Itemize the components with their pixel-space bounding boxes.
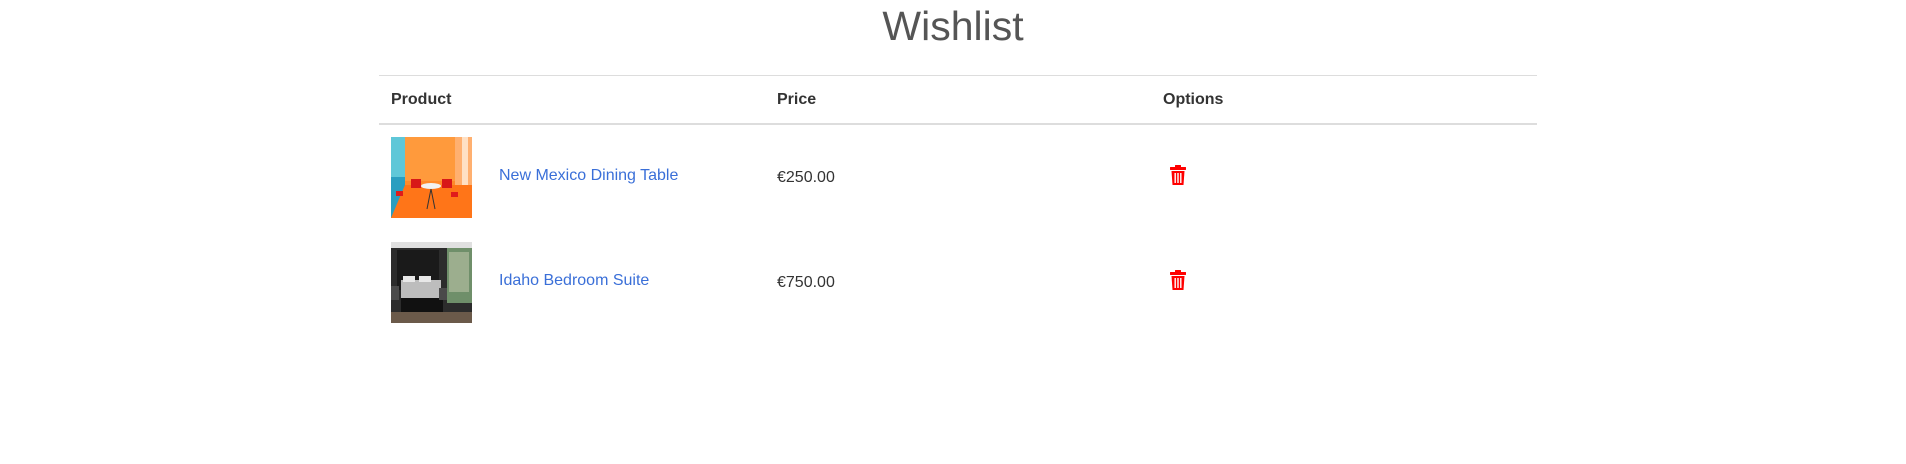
wishlist-table: Product Price Options New Mexico Dining … bbox=[379, 75, 1537, 335]
product-link[interactable]: New Mexico Dining Table bbox=[499, 167, 678, 185]
product-price: €750.00 bbox=[777, 273, 835, 291]
table-header: Product Price Options bbox=[379, 75, 1537, 124]
options-cell bbox=[1151, 124, 1537, 230]
table-body: New Mexico Dining Table €250.00 Idaho Be… bbox=[379, 124, 1537, 335]
price-column-header: Price bbox=[777, 90, 817, 108]
page-title: Wishlist bbox=[882, 3, 1024, 49]
table-row: Idaho Bedroom Suite €750.00 bbox=[379, 230, 1537, 335]
product-cell: Idaho Bedroom Suite bbox=[379, 230, 765, 335]
product-cell: New Mexico Dining Table bbox=[379, 124, 765, 230]
trash-icon[interactable] bbox=[1167, 269, 1189, 291]
product-thumbnail-dining-table[interactable] bbox=[391, 137, 472, 218]
trash-icon[interactable] bbox=[1167, 164, 1189, 186]
options-column-header: Options bbox=[1163, 90, 1224, 108]
product-column-header: Product bbox=[391, 90, 452, 108]
table-header-row: Product Price Options bbox=[379, 75, 1537, 124]
price-cell: €750.00 bbox=[765, 230, 1151, 335]
product-thumbnail-bedroom-suite[interactable] bbox=[391, 242, 472, 323]
product-price: €250.00 bbox=[777, 168, 835, 186]
wishlist-page: Wishlist Product Price Options New Mexic… bbox=[0, 0, 1906, 464]
table-row: New Mexico Dining Table €250.00 bbox=[379, 124, 1537, 230]
price-cell: €250.00 bbox=[765, 124, 1151, 230]
product-link[interactable]: Idaho Bedroom Suite bbox=[499, 272, 649, 290]
options-cell bbox=[1151, 230, 1537, 335]
